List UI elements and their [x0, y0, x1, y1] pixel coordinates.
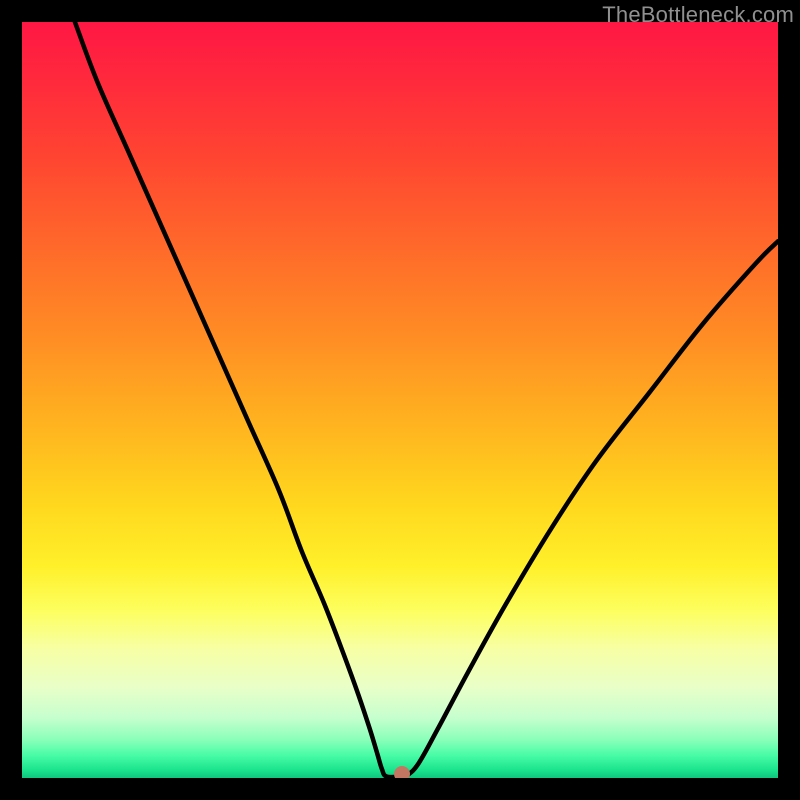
chart-frame: TheBottleneck.com [0, 0, 800, 800]
optimum-marker [394, 766, 410, 778]
bottleneck-curve [22, 22, 778, 778]
plot-area [22, 22, 778, 778]
watermark-text: TheBottleneck.com [602, 2, 794, 28]
